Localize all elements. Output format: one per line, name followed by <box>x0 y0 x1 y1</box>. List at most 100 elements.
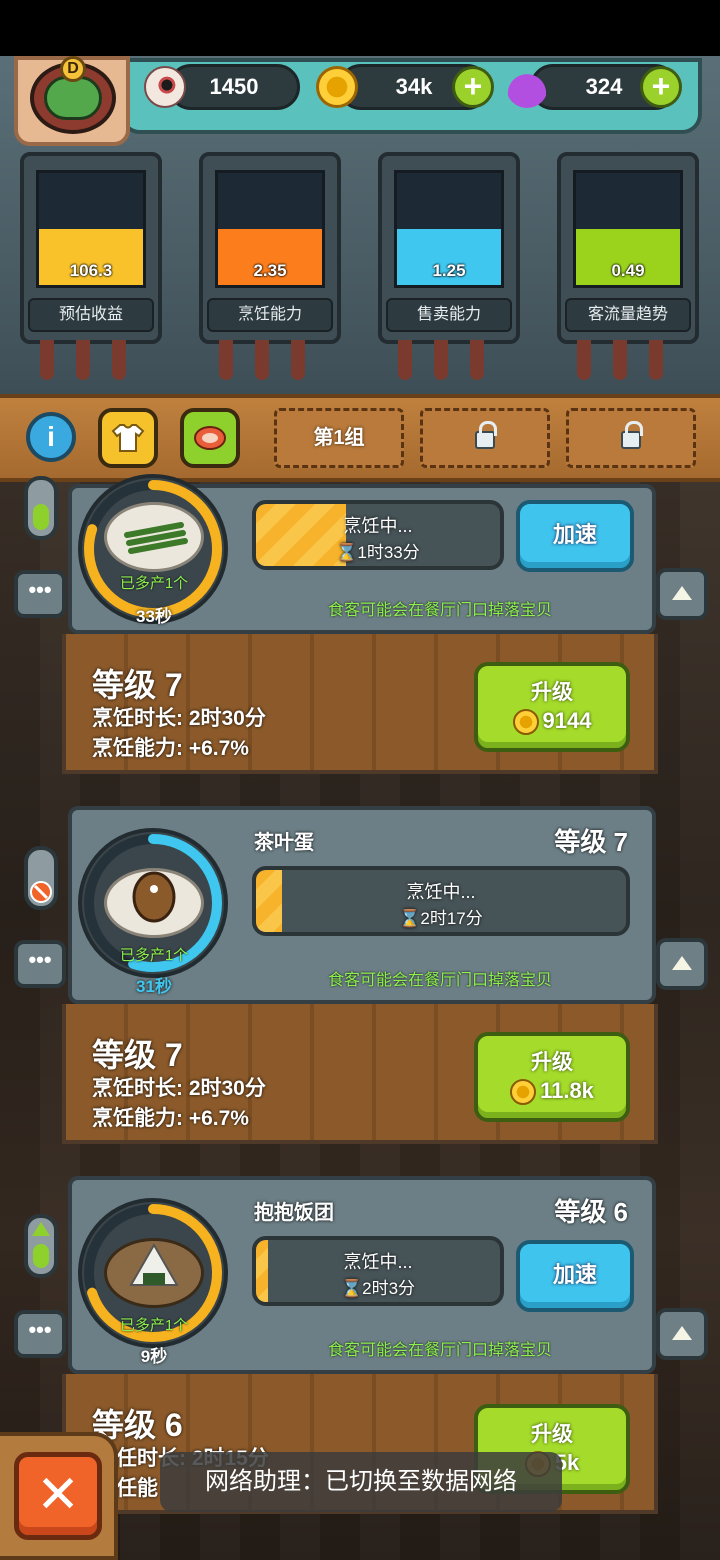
cook-duration: 烹饪时长: 2时30分 <box>92 707 266 730</box>
bonus-text: 已多产1个 <box>119 947 189 964</box>
gauge-cooking-ability[interactable]: 2.35 烹饪能力 <box>199 152 341 344</box>
gauge-label: 客流量趋势 <box>565 298 691 332</box>
bonus-timer: 33秒 <box>136 607 172 626</box>
upgrade-button[interactable]: 升级 9144 <box>474 662 630 752</box>
cooking-progress: 烹饪中... ⌛2时3分 <box>252 1236 504 1306</box>
coin-icon <box>316 66 358 108</box>
more-options-button[interactable]: ••• <box>14 570 66 618</box>
coin-icon <box>510 1079 537 1106</box>
gauge-well: 1.25 <box>394 170 504 288</box>
close-button[interactable]: ✕ <box>14 1452 102 1540</box>
recipe-button[interactable] <box>180 408 240 468</box>
station-toggle[interactable] <box>24 1214 58 1278</box>
station-toggle[interactable] <box>24 476 58 540</box>
dish-level: 等级 6 <box>554 1197 628 1227</box>
collapse-button[interactable] <box>656 938 708 990</box>
upgrade-label: 升级 <box>531 1423 573 1446</box>
cooking-status: 烹饪中... <box>406 882 476 902</box>
bonus-timer: 9秒 <box>140 1347 168 1366</box>
dish-name: 茶叶蛋 <box>254 832 314 854</box>
upgrade-button[interactable]: 升级 11.8k <box>474 1032 630 1122</box>
gauge-traffic-trend[interactable]: 0.49 客流量趋势 <box>557 152 699 344</box>
add-coins-button[interactable]: + <box>452 66 494 108</box>
avatar-face-icon <box>44 76 102 120</box>
tea-egg-dish-icon <box>104 868 204 938</box>
drop-hint: 食客可能会在餐厅门口掉落宝贝 <box>327 972 552 989</box>
gauge-label: 售卖能力 <box>386 298 512 332</box>
gauge-value: 1.25 <box>432 261 466 280</box>
detail-level: 等级 7 <box>92 667 183 703</box>
speed-up-button[interactable]: 加速 <box>516 500 634 572</box>
tentacle-decoration <box>398 340 498 386</box>
lock-icon <box>475 421 497 449</box>
upgrade-label: 升级 <box>531 1051 573 1074</box>
eyes-value: 1450 <box>209 74 259 99</box>
drop-hint: 食客可能会在餐厅门口掉落宝贝 <box>327 1342 552 1359</box>
tab-group-1[interactable]: 第1组 <box>274 408 404 468</box>
cooking-status: 烹饪中... <box>343 1252 413 1272</box>
gauge-value: 2.35 <box>253 261 287 280</box>
remaining-time-value: 2时17分 <box>420 909 483 928</box>
hourglass-icon: ⌛ <box>340 1279 363 1298</box>
rice-ball-dish-icon <box>104 1238 204 1308</box>
more-options-button[interactable]: ••• <box>14 940 66 988</box>
outfit-button[interactable] <box>98 408 158 468</box>
upgrade-cost: 9144 <box>542 708 592 733</box>
avatar-badge: D <box>60 56 86 82</box>
tentacle-decoration <box>577 340 677 386</box>
gauge-label: 烹饪能力 <box>207 298 333 332</box>
gauge-well: 2.35 <box>215 170 325 288</box>
chevron-up-icon <box>672 1326 692 1340</box>
gauge-well: 0.49 <box>573 170 683 288</box>
coin-icon <box>512 709 539 736</box>
cook-ability: 任能 <box>116 1477 158 1500</box>
status-bar <box>0 0 720 56</box>
cook-ability: 烹饪能力: +6.7% <box>92 737 249 760</box>
lock-icon <box>621 421 643 449</box>
remaining-time: ⌛2时3分 <box>256 1274 500 1299</box>
bonus-text: 已多产1个 <box>119 1317 189 1334</box>
potions-value: 324 <box>585 74 623 99</box>
bonus-timer: 31秒 <box>136 977 172 996</box>
tab-group-1-label: 第1组 <box>313 427 365 449</box>
tab-group-locked-3[interactable] <box>566 408 696 468</box>
bonus-text: 已多产1个 <box>119 575 189 592</box>
dish-name: 抱抱饭团 <box>254 1202 334 1224</box>
detail-level: 等级 7 <box>92 1037 183 1073</box>
cooking-status: 烹饪中... <box>343 516 413 536</box>
asparagus-dish-icon <box>104 502 204 572</box>
cooking-progress: 烹饪中... ⌛1时33分 <box>252 500 504 570</box>
more-options-button[interactable]: ••• <box>14 1310 66 1358</box>
network-toast: 网络助理：已切换至数据网络 <box>160 1452 562 1512</box>
dish-level: 等级 7 <box>554 827 628 857</box>
collapse-button[interactable] <box>656 1308 708 1360</box>
hourglass-icon: ⌛ <box>336 543 358 562</box>
collapse-button[interactable] <box>656 568 708 620</box>
tentacle-decoration <box>219 340 319 386</box>
remaining-time: ⌛1时33分 <box>256 538 500 563</box>
up-arrow-icon <box>32 1222 50 1268</box>
upgrade-label: 升级 <box>531 681 573 704</box>
tentacle-decoration <box>40 340 140 386</box>
meat-icon <box>194 426 226 450</box>
shirt-icon <box>111 424 145 452</box>
gauge-estimated-income[interactable]: 106.3 预估收益 <box>20 152 162 344</box>
up-arrow-icon <box>33 504 49 530</box>
gauge-label: 预估收益 <box>28 298 154 332</box>
gauge-selling-ability[interactable]: 1.25 售卖能力 <box>378 152 520 344</box>
info-button[interactable]: i <box>26 412 76 462</box>
speed-up-button[interactable]: 加速 <box>516 1240 634 1312</box>
cooking-progress: 烹饪中... ⌛2时17分 <box>252 866 630 936</box>
hourglass-icon: ⌛ <box>399 909 421 928</box>
upgrade-cost: 11.8k <box>540 1078 594 1103</box>
gauge-value: 106.3 <box>69 261 113 280</box>
gauge-value: 0.49 <box>611 261 645 280</box>
close-icon: ✕ <box>36 1466 80 1524</box>
add-potions-button[interactable]: + <box>640 66 682 108</box>
tab-group-locked-2[interactable] <box>420 408 550 468</box>
potion-icon <box>506 66 548 108</box>
remaining-time: ⌛2时17分 <box>256 904 626 929</box>
chevron-up-icon <box>672 586 692 600</box>
drop-hint: 食客可能会在餐厅门口掉落宝贝 <box>327 602 552 619</box>
station-toggle[interactable] <box>24 846 58 910</box>
